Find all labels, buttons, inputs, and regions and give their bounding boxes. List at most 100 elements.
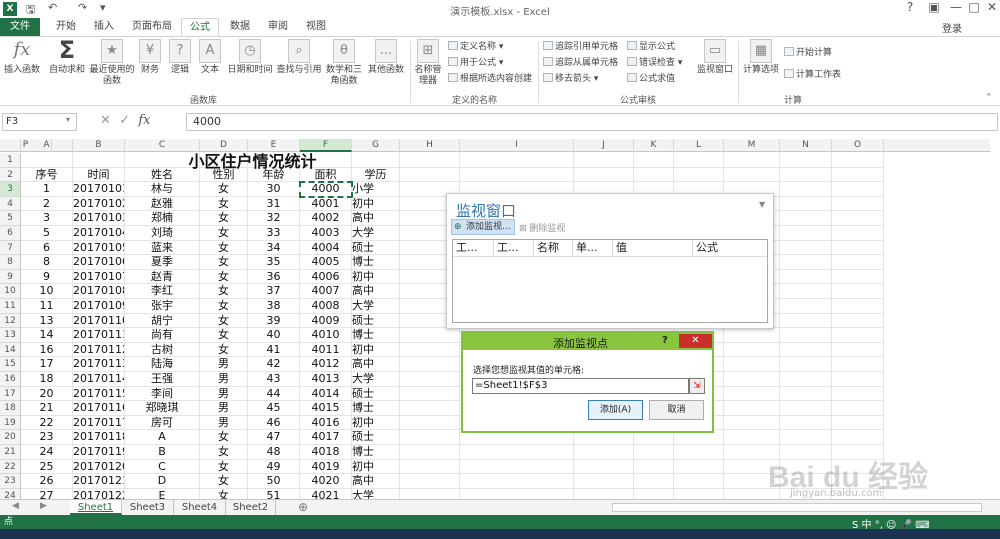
collapse-ribbon-icon[interactable]: ⌃ xyxy=(985,93,993,103)
grid-cell[interactable] xyxy=(724,342,780,358)
grid-cell[interactable]: 21 xyxy=(21,401,73,416)
collapse-dialog-icon[interactable]: ⇲ xyxy=(689,378,705,394)
grid-cell[interactable] xyxy=(780,415,832,431)
grid-cell[interactable] xyxy=(780,269,832,285)
grid-cell[interactable]: 50 xyxy=(248,474,300,489)
grid-cell[interactable]: 硕士 xyxy=(352,240,400,256)
grid-cell[interactable]: 女 xyxy=(200,474,248,489)
grid-cell[interactable]: 4016 xyxy=(300,415,352,431)
grid-cell[interactable] xyxy=(400,372,460,387)
grid-cell[interactable]: 男 xyxy=(200,386,248,402)
grid-cell[interactable]: 20170118 xyxy=(73,430,125,445)
grid-cell[interactable] xyxy=(724,328,780,343)
row-header[interactable]: 10 xyxy=(0,284,21,299)
grid-cell[interactable]: 初中 xyxy=(352,415,400,431)
calculate-sheet-button[interactable]: 计算工作表 xyxy=(784,69,841,81)
grid-cell[interactable] xyxy=(400,357,460,372)
grid-cell[interactable]: 女 xyxy=(200,299,248,314)
row-header[interactable]: 13 xyxy=(0,328,21,343)
grid-cell[interactable]: 刘琦 xyxy=(125,226,200,241)
lookup-button[interactable]: ⌕ 查找与引用 xyxy=(274,39,324,76)
grid-cell[interactable] xyxy=(724,430,780,445)
grid-cell[interactable]: 25 xyxy=(21,459,73,475)
grid-cell[interactable]: 蓝来 xyxy=(125,240,200,256)
grid-cell[interactable] xyxy=(400,415,460,431)
grid-cell[interactable]: 20170105 xyxy=(73,240,125,256)
column-header-c[interactable]: C xyxy=(125,139,200,152)
grid-cell[interactable] xyxy=(832,240,884,256)
delete-watch-button[interactable]: ⊠ 删除监视 xyxy=(519,221,565,234)
tab-formulas[interactable]: 公式 xyxy=(181,18,219,37)
grid-cell[interactable] xyxy=(724,401,780,416)
grid-cell[interactable]: 20170102 xyxy=(73,196,125,212)
grid-cell[interactable]: 4003 xyxy=(300,226,352,241)
sheet-tab-sheet2[interactable]: Sheet2 xyxy=(226,500,276,515)
grid-cell[interactable]: 女 xyxy=(200,255,248,270)
grid-cell[interactable]: 35 xyxy=(248,255,300,270)
grid-cell[interactable]: 4011 xyxy=(300,342,352,358)
grid-cell[interactable]: 郑晓琪 xyxy=(125,401,200,416)
grid-cell[interactable]: 16 xyxy=(21,342,73,358)
grid-cell[interactable] xyxy=(780,401,832,416)
use-in-formula-button[interactable]: 用于公式 ▾ xyxy=(448,57,503,69)
row-header[interactable]: 11 xyxy=(0,299,21,314)
grid-cell[interactable] xyxy=(832,269,884,285)
row-header[interactable]: 21 xyxy=(0,445,21,460)
grid-cell[interactable]: 24 xyxy=(21,445,73,460)
grid-cell[interactable]: 高中 xyxy=(352,284,400,299)
grid-cell[interactable] xyxy=(832,284,884,299)
grid-cell[interactable]: 46 xyxy=(248,415,300,431)
grid-cell[interactable] xyxy=(832,313,884,329)
grid-cell[interactable]: 4012 xyxy=(300,357,352,372)
tab-view[interactable]: 视图 xyxy=(298,18,334,36)
grid-cell[interactable]: 45 xyxy=(248,401,300,416)
grid-cell[interactable]: 初中 xyxy=(352,196,400,212)
grid-cell[interactable]: 王强 xyxy=(125,372,200,387)
grid-cell[interactable] xyxy=(400,328,460,343)
grid-cell[interactable]: 20170109 xyxy=(73,299,125,314)
grid-cell[interactable]: 女 xyxy=(200,284,248,299)
grid-cell[interactable]: 8 xyxy=(21,255,73,270)
sheet-tab-sheet4[interactable]: Sheet4 xyxy=(174,500,226,515)
dialog-titlebar[interactable]: 添加监视点 ? ✕ xyxy=(463,333,712,350)
grid-cell[interactable]: 4017 xyxy=(300,430,352,445)
grid-cell[interactable]: 古树 xyxy=(125,342,200,358)
grid-cell[interactable]: 硕士 xyxy=(352,386,400,402)
grid-cell[interactable] xyxy=(21,153,73,168)
grid-cell[interactable] xyxy=(674,167,724,183)
watch-window-button[interactable]: ▭ 监视窗口 xyxy=(695,39,735,76)
grid-cell[interactable]: 20170113 xyxy=(73,357,125,372)
grid-cell[interactable]: 初中 xyxy=(352,269,400,285)
grid-cell[interactable] xyxy=(780,211,832,226)
grid-cell[interactable]: 47 xyxy=(248,430,300,445)
grid-cell[interactable]: 20170112 xyxy=(73,342,125,358)
grid-cell[interactable]: 女 xyxy=(200,313,248,329)
row-header[interactable]: 6 xyxy=(0,226,21,241)
row-header[interactable]: 17 xyxy=(0,386,21,402)
text-button[interactable]: A 文本 xyxy=(196,39,224,76)
grid-cell[interactable] xyxy=(832,386,884,402)
grid-cell[interactable]: 39 xyxy=(248,313,300,329)
grid-cell[interactable] xyxy=(832,430,884,445)
grid-cell[interactable]: 女 xyxy=(200,182,248,197)
grid-cell[interactable] xyxy=(73,153,125,168)
column-header-m[interactable]: M xyxy=(724,139,780,152)
row-header[interactable]: 22 xyxy=(0,459,21,475)
datetime-button[interactable]: ◷ 日期和时间 xyxy=(226,39,274,76)
trace-dependents-button[interactable]: 追踪从属单元格 xyxy=(543,57,618,69)
grid-cell[interactable]: B xyxy=(125,445,200,460)
name-manager-button[interactable]: ⊞ 名称管理器 xyxy=(412,39,444,87)
financial-button[interactable]: ¥ 财务 xyxy=(136,39,164,76)
grid-cell[interactable]: 女 xyxy=(200,342,248,358)
watch-col-value[interactable]: 值 xyxy=(613,240,693,256)
row-header[interactable]: 8 xyxy=(0,255,21,270)
cell-reference-input[interactable]: =Sheet1!$F$3 xyxy=(472,378,689,394)
watch-col-formula[interactable]: 公式 xyxy=(693,240,769,256)
grid-cell[interactable] xyxy=(724,167,780,183)
grid-cell[interactable]: 女 xyxy=(200,226,248,241)
grid-cell[interactable] xyxy=(674,153,724,168)
grid-cell[interactable] xyxy=(780,226,832,241)
column-header-d[interactable]: D xyxy=(200,139,248,152)
grid-cell[interactable]: 尚有 xyxy=(125,328,200,343)
grid-cell[interactable]: 初中 xyxy=(352,342,400,358)
